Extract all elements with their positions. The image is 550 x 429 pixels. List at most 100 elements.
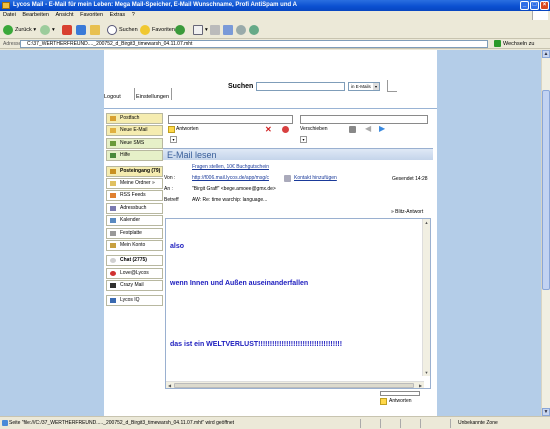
sent-time: Gesendet 14:28 <box>392 176 428 182</box>
scrollbar-thumb[interactable] <box>542 90 550 290</box>
menu-help[interactable]: ? <box>132 12 135 18</box>
print-icon[interactable] <box>349 126 356 133</box>
address-bar: Adresse C:\37_WERTHERFREUND...._200752_d… <box>0 39 550 49</box>
edit-button[interactable] <box>223 24 235 36</box>
browser-vertical-scrollbar[interactable]: ▲ ▼ <box>541 50 550 416</box>
sidebar-item-label: Festplatte <box>120 229 142 236</box>
reply-button[interactable]: Antworten <box>168 125 199 133</box>
mail-button[interactable]: ▾ <box>193 24 208 36</box>
harddisk-icon <box>110 230 116 236</box>
sidebar-item-my-folders[interactable]: Meine Ordner » <box>106 177 163 189</box>
search-toolbar-button[interactable]: Suchen <box>107 24 138 36</box>
sidebar-item-label: RSS Feeds <box>120 192 146 199</box>
sidebar-item-inbox[interactable]: Posteingang (79) <box>106 165 163 177</box>
history-button[interactable] <box>175 24 187 36</box>
logout-link[interactable]: Logout <box>104 94 121 100</box>
scroll-right-icon[interactable]: ▶ <box>417 382 424 388</box>
sidebar-item-chat[interactable]: Chat (2775) <box>106 255 163 267</box>
messenger-icon <box>249 24 259 35</box>
scroll-up-icon[interactable]: ▲ <box>423 219 430 226</box>
chevron-down-icon[interactable]: ▾ <box>170 136 177 143</box>
scroll-down-icon[interactable]: ▼ <box>423 369 430 376</box>
messenger-button[interactable] <box>249 24 261 36</box>
body-horizontal-scrollbar[interactable]: ◀ ▶ <box>166 381 424 388</box>
body-vertical-scrollbar[interactable]: ▲ ▼ <box>422 219 430 376</box>
menu-tools[interactable]: Extras <box>110 12 126 18</box>
previous-arrow-icon[interactable]: ◀ <box>365 125 372 133</box>
address-input[interactable]: C:\37_WERTHERFREUND...._200752_d_Birgit3… <box>20 40 488 48</box>
maximize-button[interactable]: □ <box>530 1 539 10</box>
refresh-button[interactable] <box>76 24 88 36</box>
scroll-up-icon[interactable]: ▲ <box>542 50 550 58</box>
menu-view[interactable]: Ansicht <box>56 12 74 18</box>
sidebar-item-new-sms[interactable]: Neue SMS <box>106 137 163 149</box>
sidebar-item-lycos-iq[interactable]: Lycos IQ <box>106 295 163 307</box>
sidebar-item-label: Love@Lycos <box>120 269 149 276</box>
tab-divider <box>171 88 172 100</box>
sidebar-item-label: Meine Ordner » <box>120 179 155 186</box>
sidebar-item-label: Neue SMS <box>120 139 145 146</box>
favorites-toolbar-button[interactable]: Favoriten <box>140 24 175 36</box>
sidebar-item-new-mail[interactable]: Neue E-Mail <box>106 125 163 137</box>
sidebar-item-label: Crazy Mail <box>120 282 144 289</box>
header-divider <box>104 108 437 109</box>
move-button[interactable]: Verschieben <box>300 125 328 133</box>
love-icon <box>110 270 116 276</box>
ad-link[interactable]: Fragen stellen, 10€ Buchgutschein <box>192 164 269 171</box>
minimize-button[interactable]: _ <box>520 1 529 10</box>
action-field <box>300 115 428 124</box>
quick-reply-link[interactable]: » Blitz-Antwort <box>391 209 423 216</box>
browser-toolbar: Zurück ▾ ▾ Suchen Favoriten ▾ <box>0 20 550 39</box>
bottom-reply-button[interactable]: Antworten <box>380 391 426 405</box>
search-icon <box>107 24 117 35</box>
add-contact-link[interactable]: Kontakt hinzufügen <box>294 175 337 182</box>
sidebar-item-harddisk[interactable]: Festplatte <box>106 227 163 239</box>
back-button[interactable]: Zurück ▾ <box>3 24 36 36</box>
search-toolbar-label: Suchen <box>119 27 138 33</box>
sidebar-item-my-account[interactable]: Mein Konto <box>106 239 163 251</box>
sidebar-item-label: Mein Konto <box>120 241 146 248</box>
to-label: An : <box>164 186 173 192</box>
search-scope-select[interactable]: in E-Mails ▾ <box>348 82 380 91</box>
spam-icon[interactable] <box>282 126 289 133</box>
scrollbar-thumb[interactable] <box>174 383 414 388</box>
scroll-down-icon[interactable]: ▼ <box>542 408 550 416</box>
addressbook-icon <box>110 205 116 211</box>
back-label: Zurück <box>15 27 32 33</box>
forward-button[interactable]: ▾ <box>40 24 55 36</box>
history-icon <box>175 24 185 35</box>
print-button[interactable] <box>210 24 222 36</box>
move-label: Verschieben <box>300 126 328 132</box>
sidebar-item-calendar[interactable]: Kalender <box>106 215 163 227</box>
mail-title-bar: E-Mail lesen <box>163 148 433 160</box>
menu-favorites[interactable]: Favoriten <box>80 12 103 18</box>
search-submit-button[interactable] <box>387 80 397 92</box>
home-button[interactable] <box>90 24 102 36</box>
search-label: Suchen <box>228 83 254 90</box>
scroll-left-icon[interactable]: ◀ <box>166 382 173 388</box>
from-value[interactable]: http://f006.mail.lycos.de/app/msg/c <box>192 175 269 182</box>
menu-edit[interactable]: Bearbeiten <box>22 12 49 18</box>
mailbox-icon <box>110 116 116 121</box>
settings-link[interactable]: Einstellungen <box>136 94 169 100</box>
star-icon <box>140 24 150 35</box>
next-arrow-icon[interactable]: ▶ <box>379 125 386 133</box>
sidebar-item-addressbook[interactable]: Adressbuch <box>106 202 163 214</box>
sidebar-item-crazy-mail[interactable]: Crazy Mail <box>106 280 163 292</box>
chevron-down-icon: ▾ <box>373 83 379 90</box>
search-input[interactable] <box>256 82 345 91</box>
chevron-down-icon[interactable]: ▾ <box>300 136 307 143</box>
menu-file[interactable]: Datei <box>3 12 16 18</box>
crazymail-icon <box>110 283 116 289</box>
close-button[interactable]: × <box>540 1 549 10</box>
discuss-button[interactable] <box>236 24 248 36</box>
sidebar-item-rss-feeds[interactable]: RSS Feeds <box>106 190 163 202</box>
stop-button[interactable] <box>62 24 74 36</box>
sidebar-item-love[interactable]: Love@Lycos <box>106 267 163 279</box>
sidebar-item-help[interactable]: Hilfe <box>106 150 163 162</box>
delete-icon[interactable]: ✕ <box>265 126 272 134</box>
ie-app-icon <box>2 2 10 9</box>
sidebar-item-label: Chat (2775) <box>120 257 147 264</box>
sidebar-item-postfach[interactable]: Postfach <box>106 113 163 124</box>
go-button[interactable]: Wechseln zu <box>494 40 534 48</box>
